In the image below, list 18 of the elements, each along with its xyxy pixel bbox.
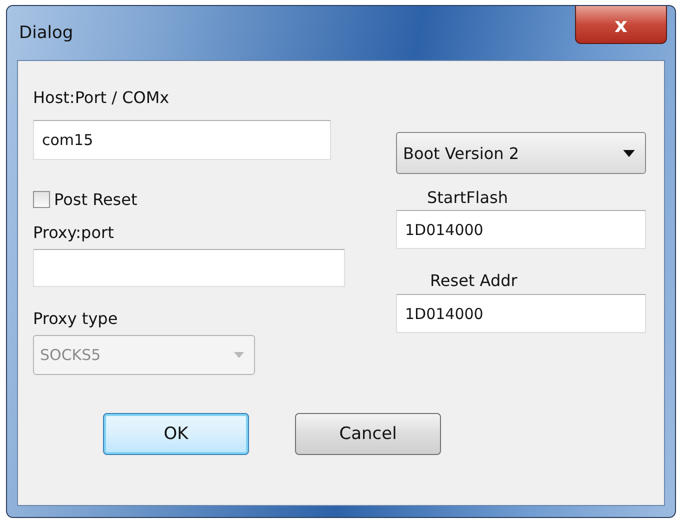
proxy-port-label: Proxy:port — [33, 223, 114, 243]
start-flash-label: StartFlash — [427, 188, 510, 208]
post-reset-label: Post Reset — [54, 190, 138, 209]
dialog-button[interactable]: Cancel — [295, 413, 441, 455]
start-flash-field[interactable]: 1D014000 — [396, 210, 646, 249]
window-title: Dialog — [19, 23, 74, 43]
dialog-button[interactable]: OK — [103, 413, 249, 455]
post-reset-checkbox[interactable] — [33, 191, 50, 208]
reset-addr-label: Reset Addr — [430, 271, 518, 291]
host-port-label: Host:Port / COMx — [33, 88, 170, 108]
caret-icon — [623, 150, 635, 156]
close-button[interactable]: x — [575, 6, 667, 44]
proxy-type-label: Proxy type — [33, 309, 118, 329]
host-port-field[interactable]: com15 — [33, 120, 331, 160]
proxy-port-field[interactable] — [33, 249, 345, 287]
caret-icon — [234, 352, 244, 358]
reset-addr-field[interactable]: 1D014000 — [396, 294, 646, 333]
boot-version-dropdown[interactable]: Boot Version 2 — [396, 132, 646, 174]
